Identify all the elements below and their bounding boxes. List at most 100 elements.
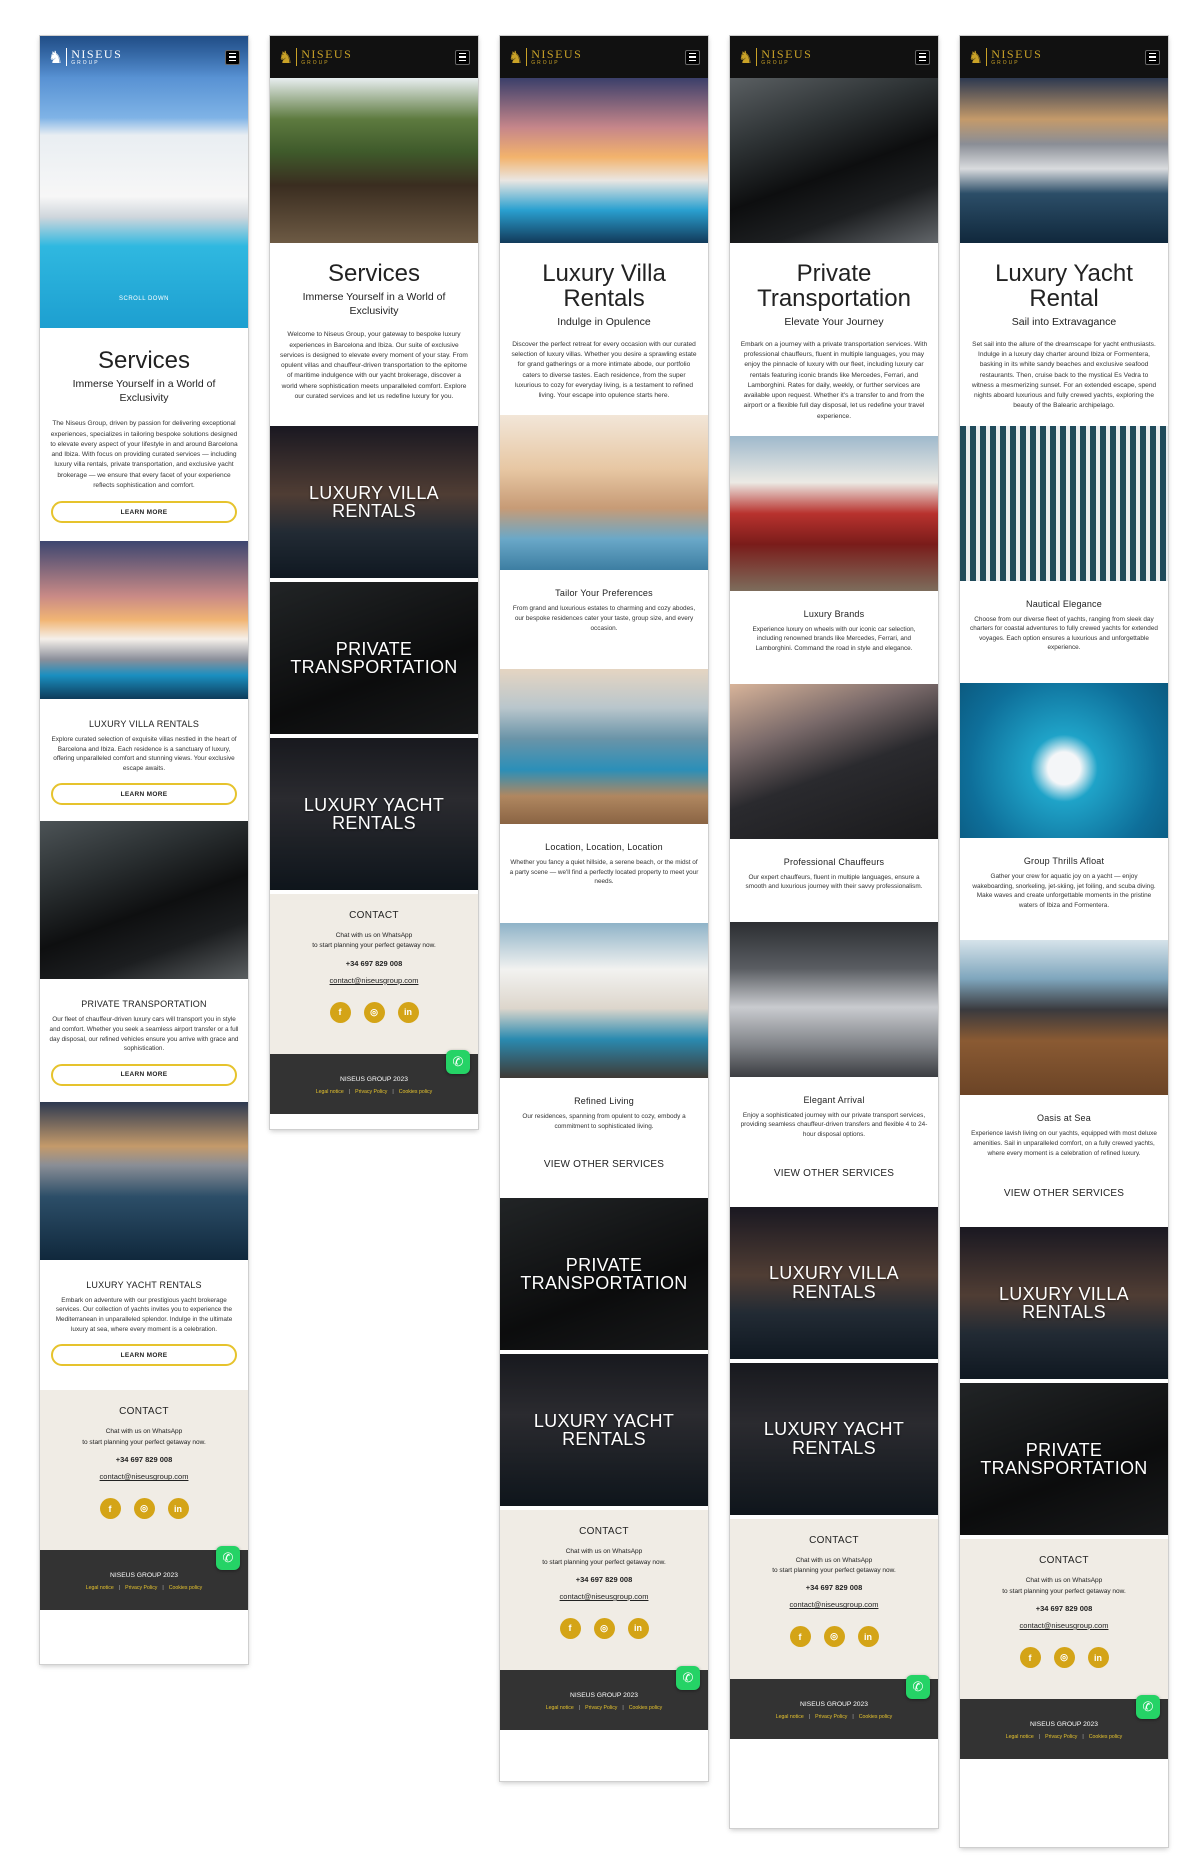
brand-logo[interactable]: ♞ NISEUS GROUP xyxy=(48,48,122,66)
legal-notice-link[interactable]: Legal notice xyxy=(316,1089,344,1095)
service-card[interactable]: LUXURY YACHT RENTALS xyxy=(500,1350,708,1511)
footer-copyright: NISEUS GROUP 2023 xyxy=(570,1692,638,1700)
view-other-services-link[interactable]: VIEW OTHER SERVICES xyxy=(500,1159,708,1194)
contact-email-link[interactable]: contact@niseusgroup.com xyxy=(1020,1621,1109,1630)
linkedin-icon[interactable]: in xyxy=(167,1498,189,1520)
service-card[interactable]: PRIVATE TRANSPORTATION xyxy=(270,578,478,738)
legal-notice-link[interactable]: Legal notice xyxy=(1006,1734,1034,1740)
brand-name: NISEUS xyxy=(71,47,123,61)
instagram-icon[interactable]: ◎ xyxy=(593,1617,615,1639)
facebook-icon[interactable]: f xyxy=(99,1498,121,1520)
cookies-policy-link[interactable]: Cookies policy xyxy=(859,1714,892,1720)
feature-title: Professional Chauffeurs xyxy=(783,856,885,867)
contact-text: Chat with us on WhatsApp to start plannin… xyxy=(82,1428,206,1446)
page-title: Luxury Yacht Rental xyxy=(995,260,1133,313)
brand-logo[interactable]: ♞ NISEUS GROUP xyxy=(508,48,582,66)
service-card[interactable]: LUXURY VILLA RENTALS xyxy=(960,1223,1168,1384)
contact-email-link[interactable]: contact@niseusgroup.com xyxy=(560,1592,649,1601)
hamburger-menu-icon[interactable] xyxy=(685,49,700,65)
feature-text: Whether you fancy a quiet hillside, a se… xyxy=(509,859,699,886)
site-header: ♞ NISEUS GROUP xyxy=(270,36,478,78)
cookies-policy-link[interactable]: Cookies policy xyxy=(629,1705,662,1711)
contact-email-link[interactable]: contact@niseusgroup.com xyxy=(330,976,419,985)
scroll-down-label[interactable]: SCROLL DOWN xyxy=(40,296,248,302)
facebook-icon[interactable]: f xyxy=(1019,1647,1041,1669)
legal-notice-link[interactable]: Legal notice xyxy=(776,1714,804,1720)
black-car-image xyxy=(730,78,938,243)
infinity-pool-sea-image xyxy=(500,669,708,825)
page-subtitle: Immerse Yourself in a World of Exclusivi… xyxy=(72,378,216,404)
feature-text: Experience luxury on wheels with our ico… xyxy=(752,625,916,652)
villa-sunset-image xyxy=(500,78,708,243)
contact-section: CONTACT Chat with us on WhatsApp to start… xyxy=(270,894,478,1054)
contact-phone[interactable]: +34 697 829 008 xyxy=(270,959,478,968)
learn-more-button[interactable]: LEARN MORE xyxy=(51,1063,237,1086)
page-subtitle: Sail into Extravagance xyxy=(1011,316,1117,329)
hamburger-menu-icon[interactable] xyxy=(915,49,930,65)
brand-logo[interactable]: ♞ NISEUS GROUP xyxy=(738,48,812,66)
page-title: Private Transportation xyxy=(757,260,911,313)
footer-copyright: NISEUS GROUP 2023 xyxy=(1030,1721,1098,1729)
contact-text: Chat with us on WhatsApp to start plannin… xyxy=(542,1548,666,1566)
legal-notice-link[interactable]: Legal notice xyxy=(546,1705,574,1711)
instagram-icon[interactable]: ◎ xyxy=(133,1498,155,1520)
service-card[interactable]: PRIVATE TRANSPORTATION xyxy=(500,1194,708,1355)
speedboat-image xyxy=(960,682,1168,838)
privacy-policy-link[interactable]: Privacy Policy xyxy=(355,1089,387,1095)
instagram-icon[interactable]: ◎ xyxy=(363,1001,385,1023)
privacy-policy-link[interactable]: Privacy Policy xyxy=(815,1714,847,1720)
whatsapp-icon[interactable]: ✆ xyxy=(1136,1695,1160,1720)
site-header: ♞ NISEUS GROUP xyxy=(500,36,708,78)
instagram-icon[interactable]: ◎ xyxy=(823,1626,845,1648)
contact-email-link[interactable]: contact@niseusgroup.com xyxy=(790,1600,879,1609)
whatsapp-icon[interactable]: ✆ xyxy=(906,1674,930,1699)
horse-logo-icon: ♞ xyxy=(278,47,294,67)
view-other-services-link[interactable]: VIEW OTHER SERVICES xyxy=(960,1188,1168,1223)
contact-email-link[interactable]: contact@niseusgroup.com xyxy=(100,1472,189,1481)
hamburger-menu-icon[interactable] xyxy=(455,49,470,65)
contact-heading: CONTACT xyxy=(579,1526,629,1538)
service-card[interactable]: LUXURY VILLA RENTALS xyxy=(270,422,478,582)
cookies-policy-link[interactable]: Cookies policy xyxy=(169,1585,202,1591)
contact-heading: CONTACT xyxy=(809,1534,859,1546)
whatsapp-icon[interactable]: ✆ xyxy=(446,1050,470,1074)
hamburger-menu-icon[interactable] xyxy=(225,49,240,65)
site-footer: ✆ NISEUS GROUP 2023 Legal notice | Privacy… xyxy=(40,1546,248,1611)
brand-logo[interactable]: ♞ NISEUS GROUP xyxy=(968,48,1042,66)
privacy-policy-link[interactable]: Privacy Policy xyxy=(1045,1734,1077,1740)
page-intro: Embark on a journey with a private trans… xyxy=(740,341,928,420)
facebook-icon[interactable]: f xyxy=(789,1626,811,1648)
privacy-policy-link[interactable]: Privacy Policy xyxy=(125,1585,157,1591)
facebook-icon[interactable]: f xyxy=(559,1617,581,1639)
learn-more-button[interactable]: LEARN MORE xyxy=(51,1344,237,1367)
whatsapp-icon[interactable]: ✆ xyxy=(216,1546,240,1571)
contact-phone[interactable]: +34 697 829 008 xyxy=(730,1583,938,1592)
service-card[interactable]: LUXURY YACHT RENTALS xyxy=(730,1358,938,1519)
linkedin-icon[interactable]: in xyxy=(627,1617,649,1639)
site-header: ♞ NISEUS GROUP xyxy=(730,36,938,78)
linkedin-icon[interactable]: in xyxy=(397,1001,419,1023)
cookies-policy-link[interactable]: Cookies policy xyxy=(1089,1734,1122,1740)
block-title: LUXURY VILLA RENTALS xyxy=(88,719,200,729)
legal-notice-link[interactable]: Legal notice xyxy=(86,1585,114,1591)
privacy-policy-link[interactable]: Privacy Policy xyxy=(585,1705,617,1711)
phone-transport: ♞ NISEUS GROUP Private Transportation Elev… xyxy=(730,36,938,1828)
instagram-icon[interactable]: ◎ xyxy=(1053,1647,1075,1669)
service-card[interactable]: PRIVATE TRANSPORTATION xyxy=(960,1379,1168,1540)
learn-more-button[interactable]: LEARN MORE xyxy=(51,501,237,523)
feature-text: Gather your crew for aquatic joy on a ya… xyxy=(972,872,1156,909)
view-other-services-link[interactable]: VIEW OTHER SERVICES xyxy=(730,1168,938,1203)
linkedin-icon[interactable]: in xyxy=(1087,1647,1109,1669)
contact-phone[interactable]: +34 697 829 008 xyxy=(40,1455,248,1464)
cookies-policy-link[interactable]: Cookies policy xyxy=(399,1089,432,1095)
linkedin-icon[interactable]: in xyxy=(857,1626,879,1648)
service-card[interactable]: LUXURY YACHT RENTALS xyxy=(270,734,478,894)
facebook-icon[interactable]: f xyxy=(329,1001,351,1023)
whatsapp-icon[interactable]: ✆ xyxy=(676,1666,700,1691)
learn-more-button[interactable]: LEARN MORE xyxy=(51,783,237,806)
contact-phone[interactable]: +34 697 829 008 xyxy=(500,1575,708,1584)
hamburger-menu-icon[interactable] xyxy=(1145,49,1160,65)
contact-phone[interactable]: +34 697 829 008 xyxy=(960,1604,1168,1613)
service-card[interactable]: LUXURY VILLA RENTALS xyxy=(730,1202,938,1363)
brand-logo[interactable]: ♞ NISEUS GROUP xyxy=(278,48,352,66)
